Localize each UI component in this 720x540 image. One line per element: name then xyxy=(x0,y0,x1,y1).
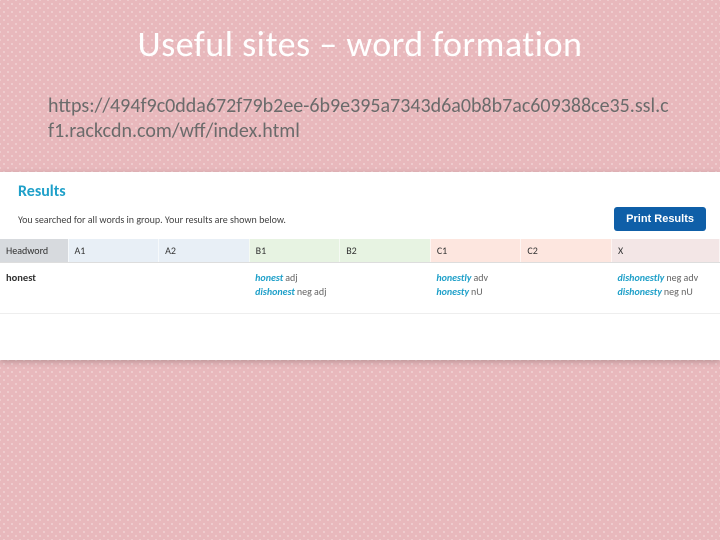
cell-a1 xyxy=(68,263,159,314)
url-text: https://494f9c0dda672f79b2ee-6b9e395a734… xyxy=(0,66,720,144)
pos: nU xyxy=(471,285,483,298)
print-results-button[interactable]: Print Results xyxy=(614,207,706,231)
col-c1: C1 xyxy=(430,239,521,263)
col-x: X xyxy=(612,239,720,263)
results-heading: Results xyxy=(18,182,702,201)
results-table: Headword A1 A2 B1 B2 C1 C2 X honest hone… xyxy=(0,239,720,360)
col-headword: Headword xyxy=(0,239,68,263)
pos: neg adv xyxy=(666,271,698,284)
word: honesty xyxy=(436,285,469,298)
word: dishonesty xyxy=(618,285,662,298)
col-c2: C2 xyxy=(521,239,612,263)
cell-x: dishonestlyneg adv dishonestyneg nU xyxy=(612,263,720,314)
col-a1: A1 xyxy=(68,239,159,263)
slide-title: Useful sites – word formation xyxy=(0,0,720,66)
word: honest xyxy=(255,271,283,284)
pos: adv xyxy=(474,271,489,284)
word: dishonestly xyxy=(618,271,665,284)
pos: neg nU xyxy=(664,285,693,298)
table-spacer xyxy=(0,314,720,360)
table-row: honest honestadj dishonestneg adj honest… xyxy=(0,263,720,314)
results-panel: Results You searched for all words in gr… xyxy=(0,172,720,360)
table-header-row: Headword A1 A2 B1 B2 C1 C2 X xyxy=(0,239,720,263)
cell-a2 xyxy=(159,263,250,314)
col-b1: B1 xyxy=(249,239,340,263)
pos: adj xyxy=(285,271,297,284)
pos: neg adj xyxy=(297,285,327,298)
word: dishonest xyxy=(255,285,295,298)
cell-b1: honestadj dishonestneg adj xyxy=(249,263,340,314)
cell-b2 xyxy=(340,263,431,314)
col-b2: B2 xyxy=(340,239,431,263)
cell-c2 xyxy=(521,263,612,314)
cell-c1: honestlyadv honestynU xyxy=(430,263,521,314)
results-subtext: You searched for all words in group. You… xyxy=(18,213,286,226)
cell-headword: honest xyxy=(0,263,68,314)
col-a2: A2 xyxy=(159,239,250,263)
word: honestly xyxy=(436,271,471,284)
